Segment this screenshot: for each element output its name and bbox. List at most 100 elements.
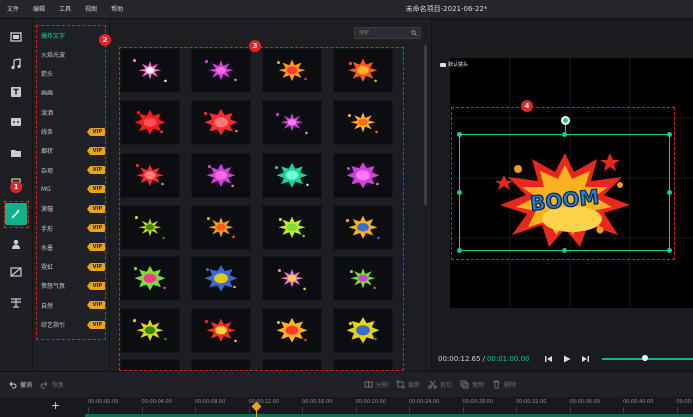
sticker-thumbnail[interactable] <box>120 359 180 399</box>
vip-badge: VIP <box>86 243 105 252</box>
category-item[interactable]: 画画 <box>37 85 105 101</box>
category-item[interactable]: 烟状 VIP <box>37 143 105 159</box>
sticker-thumbnail[interactable] <box>120 100 180 145</box>
category-label: 水墨 <box>41 244 54 252</box>
sticker-thumbnail[interactable] <box>120 153 180 198</box>
split-button[interactable]: 分割 <box>364 380 388 389</box>
sticker-thumbnail[interactable] <box>120 256 180 301</box>
resize-handle[interactable] <box>667 132 672 137</box>
category-label: MG <box>41 185 51 193</box>
sticker-thumbnail[interactable] <box>262 205 322 250</box>
ruler-tick <box>462 407 464 413</box>
sticker-thumbnail[interactable] <box>191 153 251 198</box>
sticker-thumbnail[interactable] <box>120 48 180 93</box>
sticker-thumbnail[interactable] <box>333 205 393 250</box>
ruler-label: 00:00:04.00 <box>141 399 172 405</box>
text-icon[interactable] <box>5 81 27 103</box>
split-screen-icon[interactable] <box>5 291 27 313</box>
redo-button[interactable]: 恢复 <box>40 380 64 389</box>
vip-badge: VIP <box>86 127 105 136</box>
sticker-thumbnail[interactable] <box>120 308 180 353</box>
ruler-label: 00:00:08.00 <box>195 399 226 405</box>
crop-button[interactable]: 裁剪 <box>396 380 420 389</box>
library-scrollbar[interactable] <box>424 45 427 205</box>
ruler-label: 00:00:00.00 <box>88 399 119 405</box>
category-item[interactable]: 水墨 VIP <box>37 239 105 255</box>
category-item[interactable]: 爆炸文字 <box>37 27 105 43</box>
sticker-thumbnail[interactable] <box>262 48 322 93</box>
transition-icon[interactable] <box>5 261 27 283</box>
person-icon[interactable] <box>5 233 27 255</box>
category-item[interactable]: 综艺指引 VIP <box>37 317 105 333</box>
volume-knob[interactable] <box>642 355 648 361</box>
category-item[interactable]: 愤怒气氛 VIP <box>37 278 105 294</box>
effects-icon[interactable] <box>5 203 27 225</box>
category-item[interactable]: 杂项 VIP <box>37 162 105 178</box>
category-item[interactable]: 箭头 <box>37 66 105 82</box>
sticker-thumbnail[interactable] <box>191 256 251 301</box>
category-label: 杂项 <box>41 167 54 175</box>
sticker-thumbnail[interactable] <box>262 256 322 301</box>
category-label: 霓虹 <box>41 264 54 272</box>
prev-frame-button[interactable] <box>544 354 554 364</box>
category-item[interactable]: 线条 VIP <box>37 124 105 140</box>
category-item[interactable]: MG VIP <box>37 181 105 197</box>
selected-sticker[interactable]: BOOM <box>457 116 672 253</box>
menu-help[interactable]: 帮助 <box>104 0 130 19</box>
resize-handle[interactable] <box>667 248 672 253</box>
redo-label: 恢复 <box>52 382 65 389</box>
category-item[interactable]: 霓虹 VIP <box>37 259 105 275</box>
sticker-thumbnail[interactable] <box>191 308 251 353</box>
resize-handle[interactable] <box>457 248 462 253</box>
camera-icon <box>440 62 446 67</box>
subtitle-icon[interactable] <box>5 111 27 133</box>
play-button[interactable] <box>562 354 572 364</box>
category-item[interactable]: 滚幅 VIP <box>37 201 105 217</box>
category-item[interactable]: 自然 VIP <box>37 297 105 313</box>
menu-edit[interactable]: 编辑 <box>26 0 52 19</box>
folder-icon[interactable] <box>5 142 27 164</box>
rotate-handle[interactable] <box>561 116 570 125</box>
ruler-tick <box>569 407 571 413</box>
sticker-thumbnail[interactable] <box>333 48 393 93</box>
vip-badge: VIP <box>86 301 105 310</box>
sticker-thumbnail[interactable] <box>120 205 180 250</box>
menu-tools[interactable]: 工具 <box>52 0 78 19</box>
menu-file[interactable]: 文件 <box>0 0 26 19</box>
category-item[interactable]: 泼洒 <box>37 104 105 120</box>
sticker-thumbnail[interactable] <box>262 308 322 353</box>
search-icon[interactable] <box>411 30 417 36</box>
ruler-label: 00:00:32.00 <box>516 399 547 405</box>
search-box[interactable] <box>354 27 421 39</box>
media-icon[interactable] <box>5 26 27 48</box>
cut-button[interactable]: 剪切 <box>428 380 452 389</box>
sticker-thumbnail[interactable] <box>333 359 393 399</box>
sticker-thumbnail[interactable] <box>333 256 393 301</box>
delete-button[interactable]: 删除 <box>492 380 516 389</box>
sticker-thumbnail[interactable] <box>262 153 322 198</box>
sticker-thumbnail[interactable] <box>333 308 393 353</box>
sticker-thumbnail[interactable] <box>262 100 322 145</box>
category-item[interactable]: 手形 VIP <box>37 220 105 236</box>
sticker-thumbnail[interactable] <box>333 100 393 145</box>
resize-handle[interactable] <box>457 132 462 137</box>
playback-bar: 00:00:12.65 / 00:01:00.00 <box>432 347 693 371</box>
sticker-thumbnail[interactable] <box>191 48 251 93</box>
add-track-button[interactable]: + <box>51 399 60 412</box>
sticker-thumbnail[interactable] <box>191 359 251 398</box>
category-list: 爆炸文字 火焰光波 箭头 画画 泼洒 线条 VIP 烟状 VIP 杂项 VIP MG VIP 滚幅 VIP 手… <box>33 19 110 371</box>
sticker-thumbnail[interactable] <box>191 205 251 250</box>
edit-toolbar: 撤消 恢复 分割 裁剪 剪切 复制 删除 <box>0 371 693 397</box>
next-frame-button[interactable] <box>580 354 590 364</box>
sticker-thumbnail[interactable] <box>333 153 393 198</box>
copy-button[interactable]: 复制 <box>460 380 484 389</box>
category-item[interactable]: 火焰光波 <box>37 46 105 62</box>
ruler-label: 00:00:24.00 <box>409 399 440 405</box>
search-input[interactable] <box>359 30 411 36</box>
copy-label: 复制 <box>472 382 485 389</box>
sticker-thumbnail[interactable] <box>262 359 322 398</box>
music-icon[interactable] <box>5 53 27 75</box>
undo-button[interactable]: 撤消 <box>8 380 32 389</box>
menu-view[interactable]: 视图 <box>78 0 104 19</box>
sticker-thumbnail[interactable] <box>191 100 251 145</box>
